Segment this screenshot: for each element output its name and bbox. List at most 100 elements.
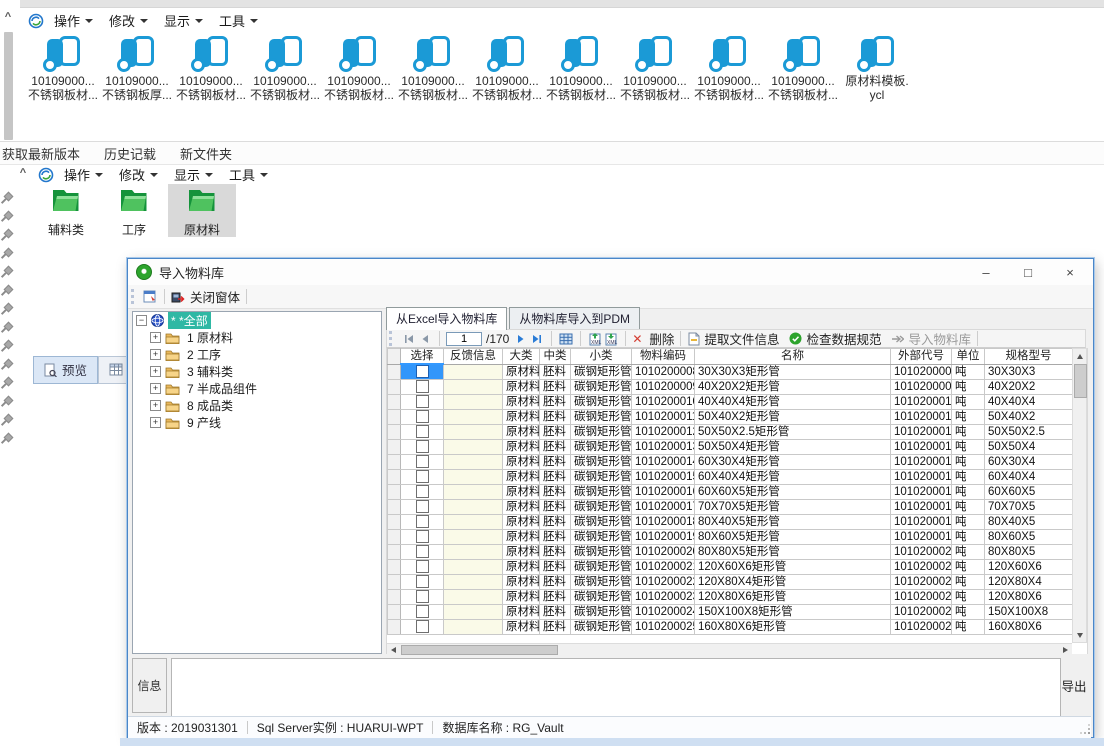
select-checkbox-cell[interactable] <box>401 500 444 515</box>
checkbox[interactable] <box>416 530 429 543</box>
menu-item-3[interactable]: 工具 <box>229 165 268 184</box>
form-properties-icon[interactable] <box>143 289 158 304</box>
checkbox[interactable] <box>416 575 429 588</box>
file-item[interactable]: 10109000...不锈钢板材... <box>396 36 470 102</box>
table-row[interactable]: 原材料 胚料 碳钢矩形管 1010200023 120X80X6矩形管 1010… <box>388 590 1073 605</box>
select-checkbox-cell[interactable] <box>401 440 444 455</box>
scrollbar-thumb[interactable] <box>1074 364 1087 398</box>
collapse-chevron-icon[interactable]: ^ <box>16 166 30 180</box>
tab-preview[interactable]: 预览 <box>33 356 98 384</box>
select-checkbox-cell[interactable] <box>401 530 444 545</box>
expand-expander-icon[interactable]: + <box>150 349 161 360</box>
checkbox[interactable] <box>416 455 429 468</box>
file-item[interactable]: 10109000...不锈钢板厚... <box>100 36 174 102</box>
select-checkbox-cell[interactable] <box>401 364 444 380</box>
next-page-button[interactable] <box>513 332 529 346</box>
file-item[interactable]: 10109000...不锈钢板材... <box>174 36 248 102</box>
table-row[interactable]: 原材料 胚料 碳钢矩形管 1010200016 60X60X5矩形管 10102… <box>388 485 1073 500</box>
checkbox[interactable] <box>416 545 429 558</box>
file-item[interactable]: 10109000...不锈钢板材... <box>26 36 100 102</box>
file-item[interactable]: 10109000...不锈钢板材... <box>692 36 766 102</box>
select-checkbox-cell[interactable] <box>401 455 444 470</box>
checkbox[interactable] <box>416 515 429 528</box>
pushpin-icon[interactable] <box>2 340 13 351</box>
check-data-button[interactable]: 检查数据规范 <box>789 329 881 348</box>
table-row[interactable]: 原材料 胚料 碳钢矩形管 1010200009 40X20X2矩形管 10102… <box>388 380 1073 395</box>
horizontal-scrollbar[interactable] <box>387 643 1072 655</box>
table-row[interactable]: 原材料 胚料 碳钢矩形管 1010200020 80X80X5矩形管 10102… <box>388 545 1073 560</box>
column-header-7[interactable]: 外部代号 <box>891 349 952 365</box>
table-row[interactable]: 原材料 胚料 碳钢矩形管 1010200018 80X40X5矩形管 10102… <box>388 515 1073 530</box>
table-row[interactable]: 原材料 胚料 碳钢矩形管 1010200008 30X30X3矩形管 10102… <box>388 364 1073 380</box>
select-checkbox-cell[interactable] <box>401 560 444 575</box>
pushpin-icon[interactable] <box>2 211 13 222</box>
checkbox[interactable] <box>416 470 429 483</box>
extract-file-info-button[interactable]: 提取文件信息 <box>687 329 779 348</box>
first-page-button[interactable] <box>401 332 417 346</box>
table-row[interactable]: 原材料 胚料 碳钢矩形管 1010200014 60X30X4矩形管 10102… <box>388 455 1073 470</box>
file-item[interactable]: 10109000...不锈钢板材... <box>470 36 544 102</box>
scrollbar-thumb[interactable] <box>4 32 13 140</box>
table-row[interactable]: 原材料 胚料 碳钢矩形管 1010200015 60X40X4矩形管 10102… <box>388 470 1073 485</box>
scroll-left-button[interactable] <box>387 644 400 655</box>
checkbox[interactable] <box>416 410 429 423</box>
checkbox[interactable] <box>416 620 429 633</box>
menu-item-2[interactable]: 显示 <box>174 165 213 184</box>
tab-import-from-excel[interactable]: 从Excel导入物料库 <box>386 307 507 330</box>
column-header-4[interactable]: 小类 <box>571 349 632 365</box>
checkbox[interactable] <box>416 590 429 603</box>
column-header-0[interactable]: 选择 <box>401 349 444 365</box>
pushpin-icon[interactable] <box>2 322 13 333</box>
scroll-right-button[interactable] <box>1059 644 1072 655</box>
pushpin-icon[interactable] <box>2 192 13 203</box>
pushpin-icon[interactable] <box>2 285 13 296</box>
pushpin-icon[interactable] <box>2 359 13 370</box>
table-row[interactable]: 原材料 胚料 碳钢矩形管 1010200017 70X70X5矩形管 10102… <box>388 500 1073 515</box>
file-item[interactable]: 10109000...不锈钢板材... <box>618 36 692 102</box>
tree-root[interactable]: − * *全部 <box>133 312 381 329</box>
page-number-input[interactable] <box>446 332 482 346</box>
table-row[interactable]: 原材料 胚料 碳钢矩形管 1010200012 50X50X2.5矩形管 101… <box>388 425 1073 440</box>
tree-node[interactable]: + 8 成品类 <box>133 397 381 414</box>
tree-node[interactable]: + 3 辅料类 <box>133 363 381 380</box>
table-row[interactable]: 原材料 胚料 碳钢矩形管 1010200024 150X100X8矩形管 101… <box>388 605 1073 620</box>
tree-node[interactable]: + 9 产线 <box>133 414 381 431</box>
pushpin-icon[interactable] <box>2 229 13 240</box>
folder-辅料类[interactable]: 辅料类 <box>32 184 100 237</box>
new-folder-button[interactable]: 新文件夹 <box>180 144 232 163</box>
select-checkbox-cell[interactable] <box>401 590 444 605</box>
tree-node[interactable]: + 1 原材料 <box>133 329 381 346</box>
resize-grip[interactable] <box>1081 725 1091 735</box>
table-row[interactable]: 原材料 胚料 碳钢矩形管 1010200010 40X40X4矩形管 10102… <box>388 395 1073 410</box>
dialog-title-bar[interactable]: 导入物料库 – □ × <box>128 259 1093 285</box>
column-header-3[interactable]: 中类 <box>540 349 571 365</box>
checkbox[interactable] <box>416 605 429 618</box>
table-row[interactable]: 原材料 胚料 碳钢矩形管 1010200022 120X80X4矩形管 1010… <box>388 575 1073 590</box>
expand-expander-icon[interactable]: + <box>150 332 161 343</box>
select-checkbox-cell[interactable] <box>401 515 444 530</box>
previous-page-button[interactable] <box>417 332 433 346</box>
tab-import-to-pdm[interactable]: 从物料库导入到PDM <box>509 307 640 329</box>
expand-expander-icon[interactable]: + <box>150 383 161 394</box>
select-checkbox-cell[interactable] <box>401 620 444 635</box>
column-header-5[interactable]: 物料编码 <box>632 349 695 365</box>
checkbox[interactable] <box>416 380 429 393</box>
delete-button[interactable]: ✕ 删除 <box>632 329 674 348</box>
export-xml-icon[interactable]: XML <box>587 332 603 346</box>
expand-expander-icon[interactable]: + <box>150 417 161 428</box>
select-checkbox-cell[interactable] <box>401 410 444 425</box>
select-checkbox-cell[interactable] <box>401 575 444 590</box>
checkbox[interactable] <box>416 440 429 453</box>
table-row[interactable]: 原材料 胚料 碳钢矩形管 1010200019 80X60X5矩形管 10102… <box>388 530 1073 545</box>
menu-item-1[interactable]: 修改 <box>119 165 158 184</box>
maximize-button[interactable]: □ <box>1007 259 1049 285</box>
tree-node[interactable]: + 7 半成品组件 <box>133 380 381 397</box>
menu-item-0[interactable]: 操作 <box>64 165 103 184</box>
checkbox[interactable] <box>416 560 429 573</box>
close-form-button[interactable]: 关闭窗体 <box>171 287 240 306</box>
import-xml-icon[interactable]: XML <box>603 332 619 346</box>
file-item[interactable]: 10109000...不锈钢板材... <box>766 36 840 102</box>
menu-item-1[interactable]: 修改 <box>109 11 148 30</box>
select-checkbox-cell[interactable] <box>401 425 444 440</box>
expand-expander-icon[interactable]: + <box>150 366 161 377</box>
